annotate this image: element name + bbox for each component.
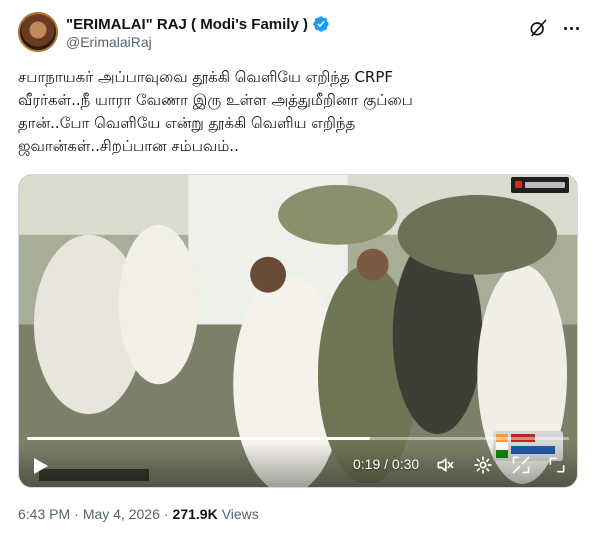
author-handle[interactable]: @ErimalaiRaj (66, 34, 152, 50)
video-progress-fill (27, 437, 371, 440)
tweet-text-line: தான்..போ வெளியே என்று தூக்கி வெளிய எறிந்… (18, 114, 356, 132)
author-display-name[interactable]: "ERIMALAI" RAJ ( Modi's Family ) (66, 16, 308, 33)
play-icon[interactable] (33, 457, 49, 475)
grok-icon[interactable] (528, 18, 548, 38)
tweet-header: "ERIMALAI" RAJ ( Modi's Family ) @Erimal… (18, 12, 586, 54)
video-controls: 0:19 / 0:30 (19, 443, 577, 487)
views-label: Views (221, 506, 259, 522)
fullscreen-icon[interactable] (511, 455, 531, 475)
tweet-card[interactable]: "ERIMALAI" RAJ ( Modi's Family ) @Erimal… (0, 0, 600, 549)
tweet-text-line: சபாநாயகர் அப்பாவுவை தூக்கி வெளியே எறிந்த… (18, 68, 394, 86)
verified-badge-icon (313, 16, 329, 32)
views-count: 271.9K (172, 506, 218, 522)
video-player[interactable]: 0:19 / 0:30 (18, 174, 578, 488)
expand-icon[interactable] (547, 455, 567, 475)
meta-separator: · (163, 506, 169, 522)
tweet-meta: 6:43 PM · May 4, 2026 · 271.9K Views (18, 506, 259, 522)
more-options-icon[interactable] (560, 18, 582, 38)
tweet-text-line: ஜவான்கள்..சிறப்பான சம்பவம்.. (18, 137, 239, 155)
volume-icon[interactable] (435, 455, 455, 475)
video-progress-bar[interactable] (27, 437, 569, 440)
author-name-row: "ERIMALAI" RAJ ( Modi's Family ) (66, 14, 330, 34)
channel-watermark (511, 177, 569, 193)
author-avatar[interactable] (18, 12, 58, 52)
tweet-text-line: வீரர்கள்..நீ யாரா வேணா இரு உள்ள அத்துமீற… (18, 91, 413, 109)
tweet-date[interactable]: May 4, 2026 (83, 506, 160, 522)
settings-icon[interactable] (473, 455, 493, 475)
tweet-text: சபாநாயகர் அப்பாவுவை தூக்கி வெளியே எறிந்த… (18, 66, 578, 158)
video-time: 0:19 / 0:30 (353, 456, 420, 472)
tweet-time[interactable]: 6:43 PM (18, 506, 70, 522)
meta-separator: · (74, 506, 79, 522)
